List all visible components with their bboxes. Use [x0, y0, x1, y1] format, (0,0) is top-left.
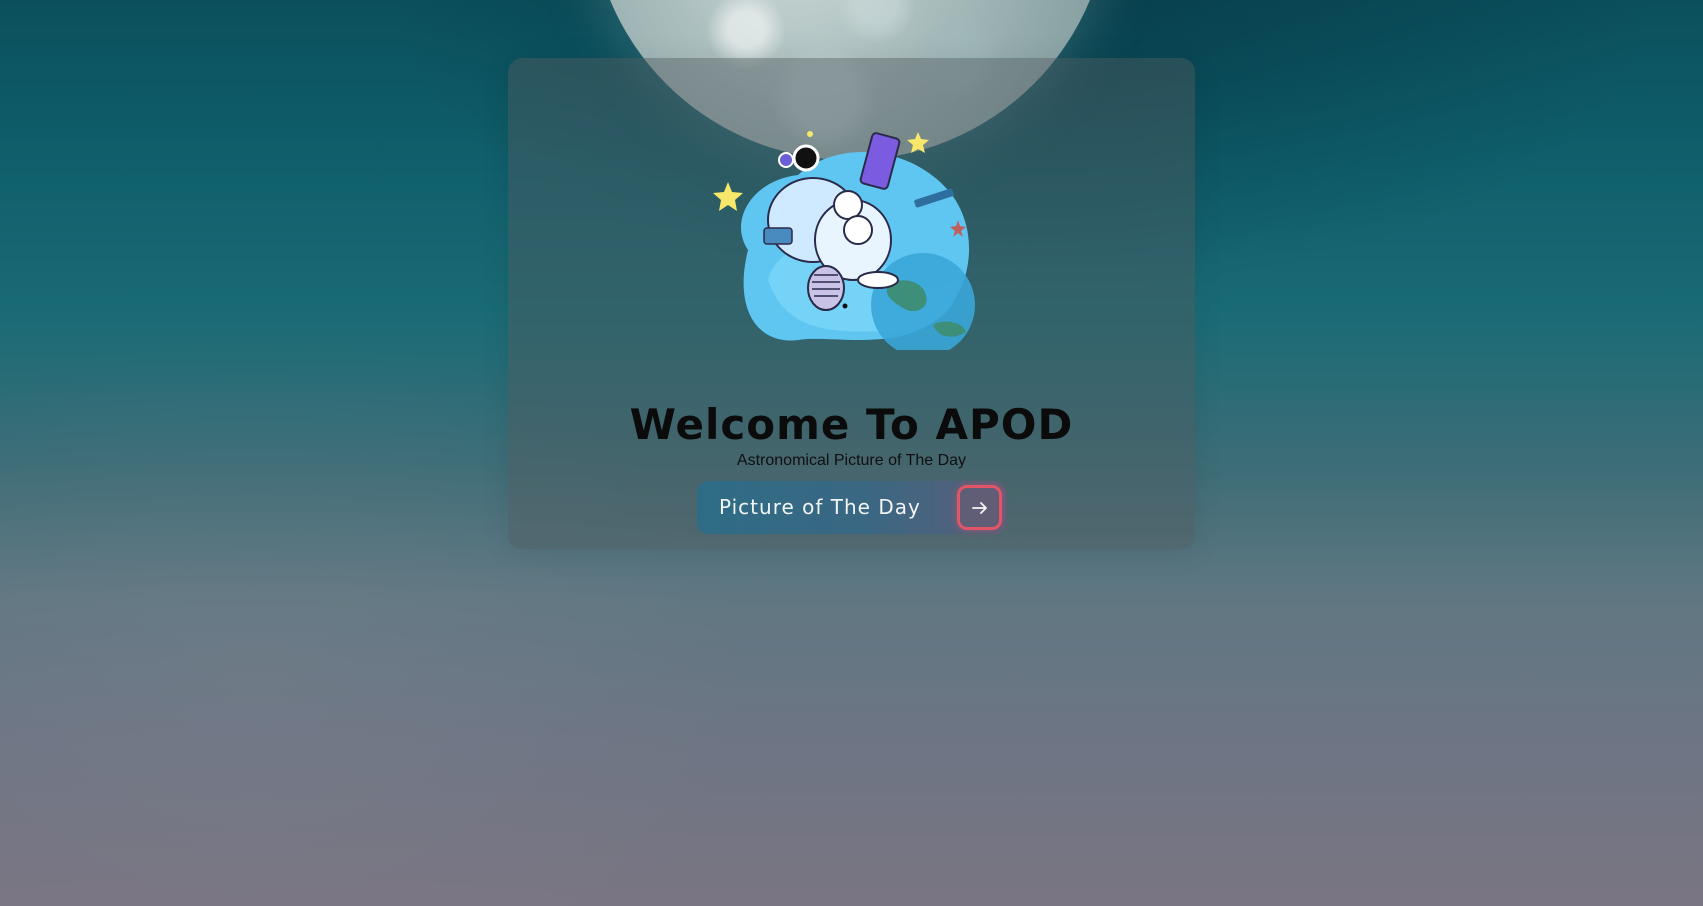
- astronaut-illustration: [713, 131, 975, 350]
- page-subtitle: Astronomical Picture of The Day: [736, 452, 967, 469]
- picture-of-the-day-button[interactable]: Picture of The Day: [697, 481, 1006, 534]
- arrow-right-icon[interactable]: [957, 485, 1002, 530]
- picture-of-the-day-label: Picture of The Day: [719, 495, 921, 519]
- page-title: Welcome To APOD: [629, 400, 1074, 449]
- welcome-card: Welcome To APOD Astronomical Picture of …: [508, 58, 1195, 549]
